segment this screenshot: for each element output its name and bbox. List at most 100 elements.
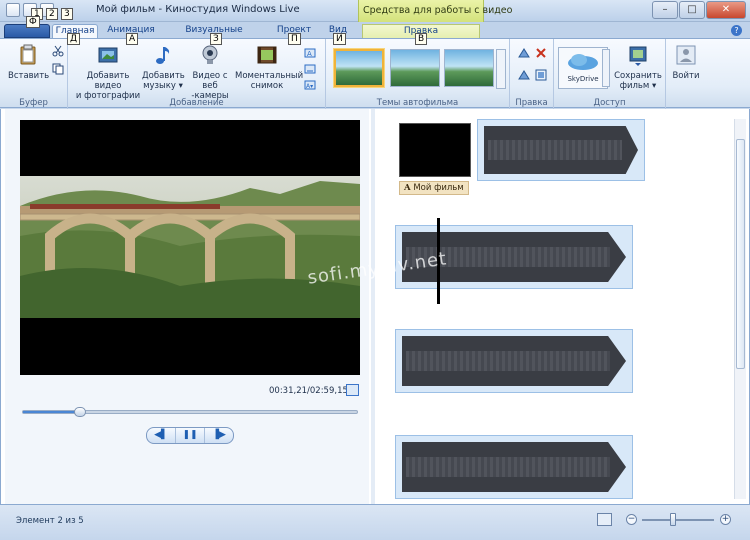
zoom-thumb[interactable] — [670, 513, 676, 526]
maximize-button[interactable]: □ — [679, 1, 705, 19]
preview-pane: 00:31,21/02:59,15 ◀▌ ❚❚ ▐▶ — [5, 109, 369, 504]
group-edit: Правка — [510, 39, 554, 109]
storyboard-scrollbar[interactable] — [734, 119, 746, 499]
caption-icon[interactable] — [304, 63, 316, 75]
add-video-label-1: Добавить видео — [86, 71, 130, 91]
sign-in-label: Войти — [672, 71, 700, 81]
share-group-label: Доступ — [593, 98, 626, 108]
tab-row: Ф Главная Д Анимация А Визуальные эффект… — [0, 16, 750, 48]
theme-thumbnail-1[interactable] — [334, 49, 384, 87]
add-video-button[interactable]: Добавить видео и фотографии — [74, 44, 142, 101]
rotate-left-icon[interactable] — [518, 47, 530, 59]
user-icon — [676, 45, 696, 65]
keytip-2: 2 — [46, 8, 58, 20]
seek-bar-fill — [23, 411, 80, 413]
status-text: Элемент 2 из 5 — [16, 516, 84, 526]
gallery-scroll[interactable] — [496, 49, 506, 89]
zoom-slider[interactable] — [642, 519, 714, 521]
save-icon[interactable] — [6, 3, 20, 17]
skydrive-button[interactable]: SkyDrive — [558, 47, 608, 89]
group-share: SkyDrive Сохранить фильм ▾ Доступ — [554, 39, 666, 109]
sign-in-button[interactable]: Войти — [668, 44, 704, 81]
storyboard-clip-3[interactable] — [395, 329, 633, 393]
add-music-label-1: Добавить — [142, 71, 185, 81]
webcam-icon — [202, 45, 218, 64]
edit-group-label: Правка — [515, 98, 548, 108]
save-movie-label-2: фильм ▾ — [619, 81, 657, 91]
copy-icon[interactable] — [52, 63, 64, 75]
credits-icon[interactable]: A▾ — [304, 79, 316, 91]
seek-bar[interactable] — [22, 407, 358, 417]
help-icon[interactable]: ? — [731, 25, 742, 36]
share-gallery-scroll[interactable] — [602, 49, 610, 87]
save-movie-button[interactable]: Сохранить фильм ▾ — [612, 44, 664, 91]
title-caption-tag[interactable]: A Мой фильм — [399, 181, 469, 195]
snapshot-button[interactable]: Моментальный снимок — [235, 44, 304, 91]
svg-text:A▾: A▾ — [306, 83, 313, 90]
music-note-icon — [156, 47, 170, 64]
add-video-icon — [98, 47, 118, 63]
theme-thumbnail-2[interactable] — [390, 49, 440, 87]
snapshot-label-1: Моментальный — [235, 71, 304, 81]
themes-group-label: Темы автофильма — [376, 98, 459, 108]
save-movie-label-1: Сохранить — [614, 71, 662, 81]
remove-icon[interactable] — [535, 47, 547, 59]
skydrive-icon — [568, 54, 598, 70]
window-controls: – □ ✕ — [652, 1, 746, 19]
title-clip-thumbnail[interactable] — [399, 123, 471, 177]
video-frame-image — [20, 176, 360, 318]
keytip-animation: А — [126, 33, 139, 45]
video-preview[interactable] — [20, 120, 360, 375]
caption-text: Мой фильм — [413, 183, 464, 193]
rotate-right-icon[interactable] — [518, 69, 530, 81]
ribbon: Вставить Буфер Добавить видео и фотограф… — [0, 38, 750, 109]
add-music-label-2: музыку ▾ — [143, 81, 183, 91]
close-button[interactable]: ✕ — [706, 1, 746, 19]
zoom-in-button[interactable]: + — [720, 514, 731, 525]
minimize-button[interactable]: – — [652, 1, 678, 19]
pause-button[interactable]: ❚❚ — [176, 428, 205, 443]
theme-thumbnail-3[interactable] — [444, 49, 494, 87]
zoom-out-button[interactable]: − — [626, 514, 637, 525]
add-music-button[interactable]: Добавить музыку ▾ — [142, 44, 185, 91]
storyboard-clip-1[interactable] — [477, 119, 645, 181]
keytip-project: П — [288, 33, 301, 45]
clipboard-group-label: Буфер — [19, 98, 48, 108]
title-icon[interactable]: A — [304, 47, 316, 59]
keytip-app: Ф — [26, 16, 40, 28]
previous-frame-button[interactable]: ◀▌ — [147, 428, 176, 443]
scrollbar-thumb[interactable] — [736, 139, 745, 369]
snapshot-icon — [257, 46, 277, 64]
caption-a-icon: A — [404, 183, 411, 193]
fullscreen-icon[interactable] — [346, 384, 359, 396]
keytip-visual-effects: З — [210, 33, 222, 45]
snapshot-label-2: снимок — [250, 81, 284, 91]
seek-thumb[interactable] — [73, 407, 86, 417]
title-bar: 1 2 3 Мой фильм - Киностудия Windows Liv… — [0, 0, 750, 22]
storyboard-pane: A Мой фильм — [377, 109, 733, 504]
webcam-video-button[interactable]: Видео с веб -камеры — [185, 44, 235, 101]
group-autofilm-themes: Темы автофильма — [326, 39, 510, 109]
group-add: Добавить видео и фотографии Добавить муз… — [68, 39, 326, 109]
paste-label: Вставить — [8, 71, 50, 81]
contextual-title: Средства для работы с видео — [363, 5, 513, 16]
playback-controls: ◀▌ ❚❚ ▐▶ — [146, 427, 234, 444]
paste-button[interactable]: Вставить — [8, 44, 50, 81]
clipboard-icon — [20, 44, 36, 65]
group-clipboard: Вставить Буфер — [0, 39, 68, 109]
svg-text:A: A — [307, 50, 312, 58]
select-all-icon[interactable] — [535, 69, 547, 81]
next-frame-button[interactable]: ▐▶ — [205, 428, 233, 443]
keytip-3: 3 — [61, 8, 73, 20]
time-display: 00:31,21/02:59,15 — [269, 386, 348, 396]
status-bar: Элемент 2 из 5 − + — [0, 504, 750, 540]
thumbnail-size-icon[interactable] — [597, 513, 612, 526]
pane-divider[interactable] — [371, 109, 375, 504]
storyboard-clip-4[interactable] — [395, 435, 633, 499]
keytip-view: И — [333, 33, 346, 45]
group-signin: Войти — [666, 39, 706, 109]
cut-icon[interactable] — [52, 45, 64, 57]
skydrive-label: SkyDrive — [567, 75, 599, 83]
webcam-label-1: Видео с веб — [192, 71, 228, 91]
add-group-label: Добавление — [169, 98, 224, 108]
